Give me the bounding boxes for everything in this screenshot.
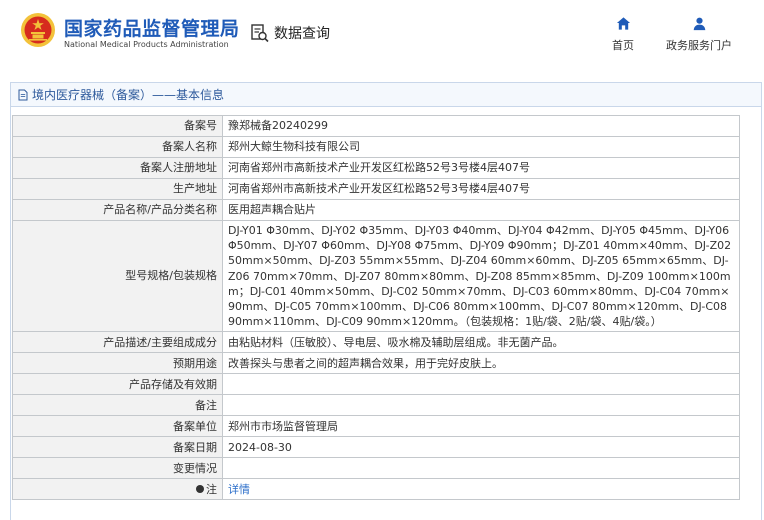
row-value: 河南省郑州市高新技术产业开发区红松路52号3号楼4层407号 <box>222 157 740 179</box>
table-row: 预期用途 改善探头与患者之间的超声耦合效果，用于完好皮肤上。 <box>12 352 740 375</box>
data-query-label: 数据查询 <box>274 26 330 42</box>
row-value: 郑州大鲸生物科技有限公司 <box>222 136 740 158</box>
note-label-cell: 注 <box>12 478 223 501</box>
nav-service-portal[interactable]: 政务服务门户 <box>666 16 732 53</box>
row-value <box>222 394 740 417</box>
site-name-en[interactable]: National Medical Products Administration <box>64 40 229 49</box>
table-row: 变更情况 <box>12 457 740 480</box>
row-label: 产品描述/主要组成成分 <box>12 331 223 354</box>
table-row: 型号规格/包装规格 DJ-Y01 Φ30mm、DJ-Y02 Φ35mm、DJ-Y… <box>12 219 740 333</box>
row-label: 型号规格/包装规格 <box>12 219 223 333</box>
note-label: 注 <box>206 482 217 496</box>
home-icon <box>616 17 630 30</box>
row-label: 备案单位 <box>12 415 223 438</box>
table-row: 备案人名称 郑州大鲸生物科技有限公司 <box>12 136 740 158</box>
nav-service-label: 政务服务门户 <box>666 39 732 52</box>
detail-link[interactable]: 详情 <box>228 483 250 496</box>
row-label: 备注 <box>12 394 223 417</box>
row-label: 备案人名称 <box>12 136 223 158</box>
row-label: 产品存储及有效期 <box>12 373 223 396</box>
row-label: 生产地址 <box>12 178 223 200</box>
table-row: 生产地址 河南省郑州市高新技术产业开发区红松路52号3号楼4层407号 <box>12 178 740 200</box>
row-label: 预期用途 <box>12 352 223 375</box>
row-value: 由粘贴材料（压敏胶）、导电层、吸水棉及辅助层组成。非无菌产品。 <box>222 331 740 354</box>
nav-home[interactable]: 首页 <box>612 16 634 53</box>
row-value: 河南省郑州市高新技术产业开发区红松路52号3号楼4层407号 <box>222 178 740 200</box>
document-search-icon <box>251 24 269 43</box>
table-row: 产品名称/产品分类名称 医用超声耦合贴片 <box>12 199 740 221</box>
national-emblem-icon[interactable] <box>20 12 56 48</box>
breadcrumb: 境内医疗器械（备案）——基本信息 <box>11 83 761 107</box>
user-icon <box>693 17 705 31</box>
breadcrumb-text: 境内医疗器械（备案）——基本信息 <box>32 88 225 102</box>
table-row: 备案人注册地址 河南省郑州市高新技术产业开发区红松路52号3号楼4层407号 <box>12 157 740 179</box>
record-table: 备案号 豫郑械备20240299 备案人名称 郑州大鲸生物科技有限公司 备案人注… <box>12 115 740 501</box>
table-row: 备案日期 2024-08-30 <box>12 436 740 459</box>
row-value: 2024-08-30 <box>222 436 740 459</box>
row-value: DJ-Y01 Φ30mm、DJ-Y02 Φ35mm、DJ-Y03 Φ40mm、D… <box>222 219 740 333</box>
site-header: 国家药品监督管理局 National Medical Products Admi… <box>0 0 764 70</box>
nav-home-label: 首页 <box>612 39 634 52</box>
dot-icon <box>196 484 204 493</box>
table-row: 备案单位 郑州市市场监督管理局 <box>12 415 740 438</box>
note-value-cell: 详情 <box>222 478 740 501</box>
row-value <box>222 373 740 396</box>
document-icon <box>18 89 28 100</box>
row-label: 备案人注册地址 <box>12 157 223 179</box>
table-row: 注 详情 <box>12 478 740 501</box>
row-value: 改善探头与患者之间的超声耦合效果，用于完好皮肤上。 <box>222 352 740 375</box>
row-label: 备案日期 <box>12 436 223 459</box>
table-row: 备注 <box>12 394 740 417</box>
row-value: 郑州市市场监督管理局 <box>222 415 740 438</box>
row-value: 豫郑械备20240299 <box>222 115 740 137</box>
table-row: 产品描述/主要组成成分 由粘贴材料（压敏胶）、导电层、吸水棉及辅助层组成。非无菌… <box>12 331 740 354</box>
data-query-link[interactable]: 数据查询 <box>250 22 330 44</box>
table-row: 备案号 豫郑械备20240299 <box>12 115 740 137</box>
table-row: 产品存储及有效期 <box>12 373 740 396</box>
row-label: 产品名称/产品分类名称 <box>12 199 223 221</box>
row-value: 医用超声耦合贴片 <box>222 199 740 221</box>
row-label: 变更情况 <box>12 457 223 480</box>
row-value <box>222 457 740 480</box>
site-name-cn[interactable]: 国家药品监督管理局 <box>64 14 240 41</box>
row-label: 备案号 <box>12 115 223 137</box>
